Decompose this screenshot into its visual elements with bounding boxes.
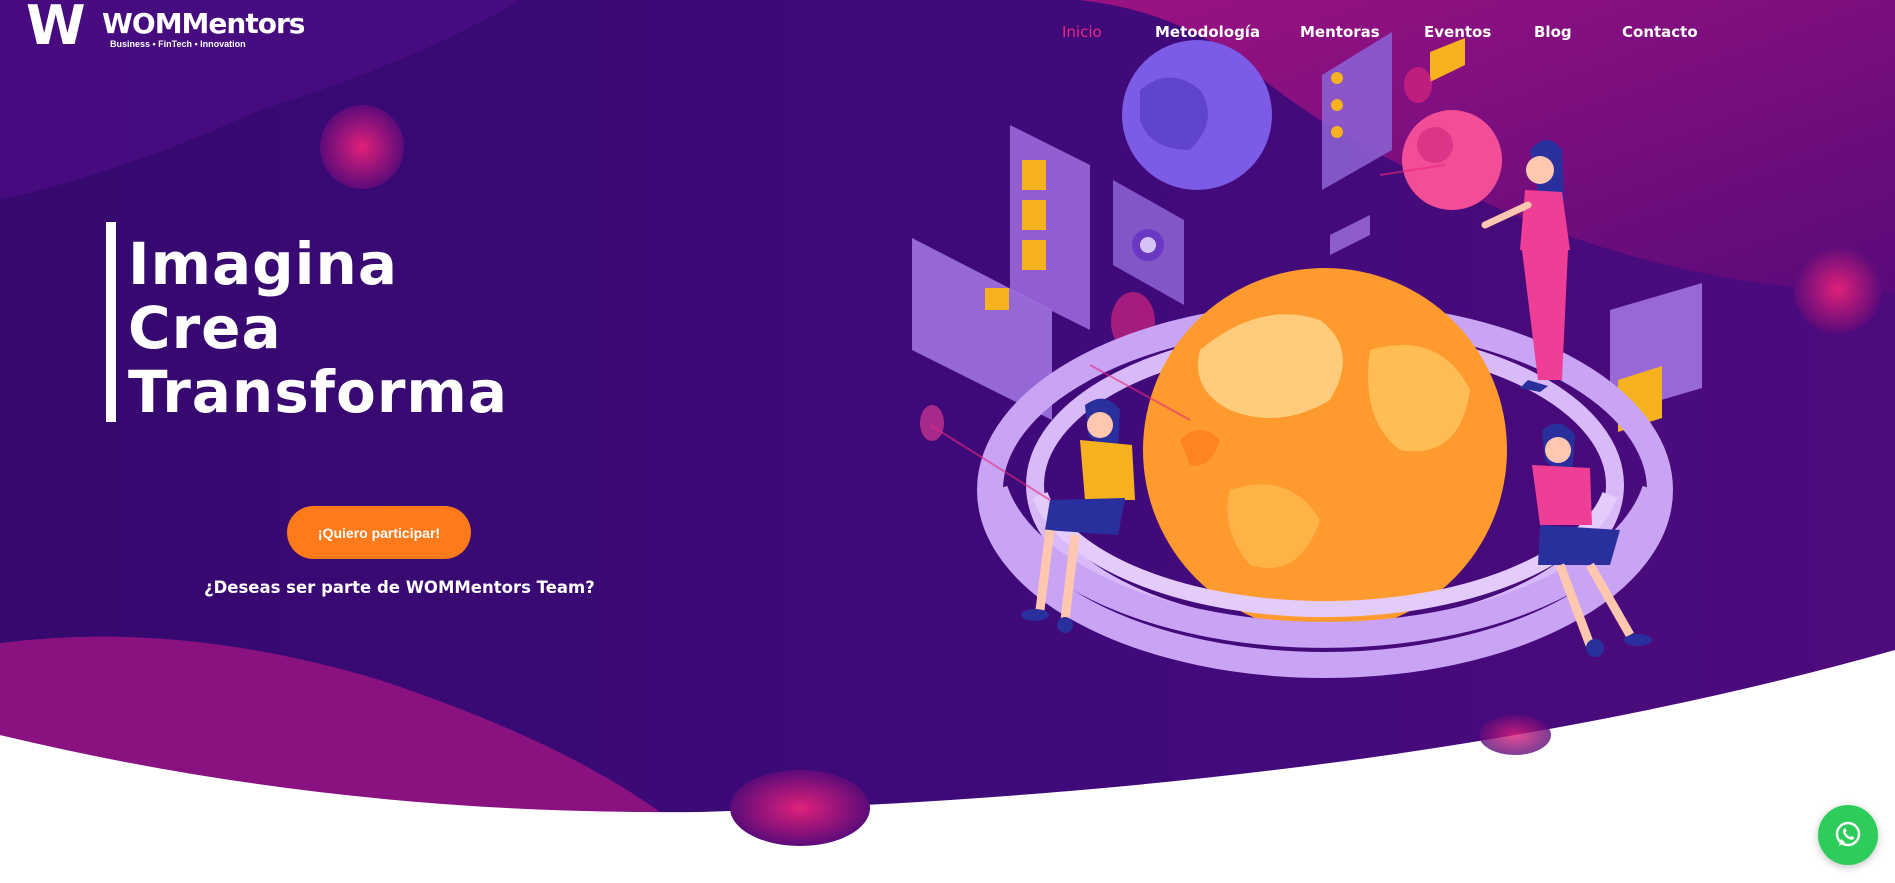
logo-text: WOMMentors [102, 7, 305, 40]
whatsapp-icon [1835, 821, 1861, 847]
headline-line-2: Crea [128, 294, 282, 362]
hero-illustration [912, 32, 1702, 678]
whatsapp-button[interactable] [1818, 805, 1878, 865]
site-logo[interactable]: W WOMMentors Business • FinTech • Innova… [26, 0, 305, 60]
headline-line-1: Imagina [128, 230, 398, 298]
logo-tagline: Business • FinTech • Innovation [110, 39, 246, 49]
hero-headline: Imagina Crea Transforma [128, 232, 508, 424]
logo-mark: W [26, 0, 86, 57]
headline-line-3: Transforma [128, 358, 509, 426]
headline-accent-bar [106, 222, 116, 422]
participate-button[interactable]: ¡Quiero participar! [287, 506, 471, 559]
hero-section: W WOMMentors Business • FinTech • Innova… [0, 0, 1895, 883]
join-team-text: ¿Deseas ser parte de WOMMentors Team? [204, 578, 595, 597]
